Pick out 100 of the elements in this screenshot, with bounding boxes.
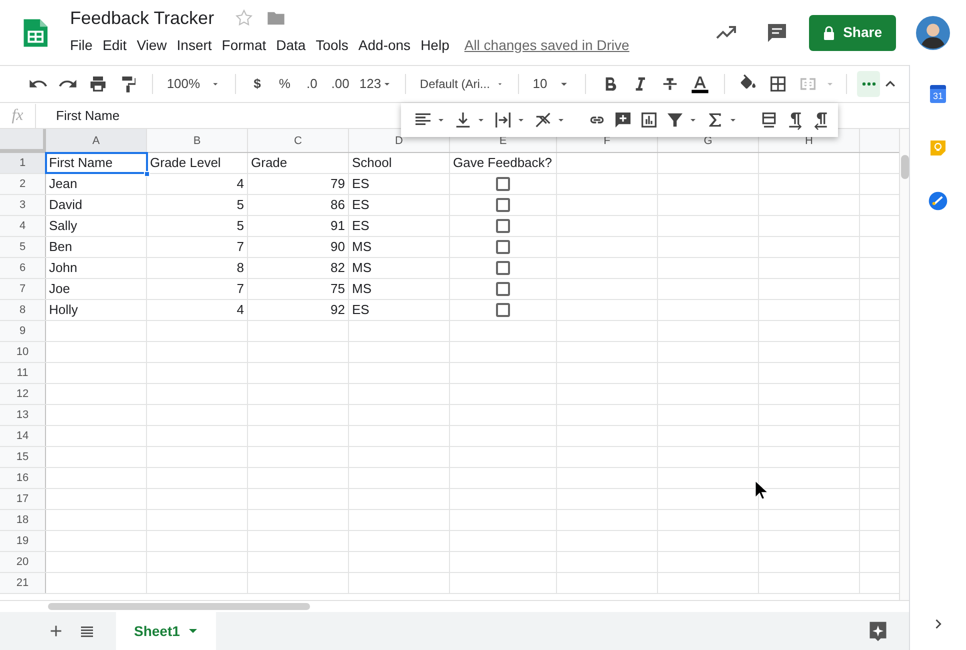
menu-item[interactable]: Add-ons — [353, 34, 416, 56]
table-cell-text: Holly — [48, 301, 79, 320]
row-header[interactable]: 20 — [0, 552, 46, 572]
menu-item[interactable]: Tools — [310, 34, 354, 56]
row-header[interactable]: 15 — [0, 447, 46, 467]
column-header[interactable]: C — [248, 129, 349, 152]
task-check-icon[interactable] — [928, 191, 948, 211]
table-cell-text: David — [48, 196, 84, 214]
checkbox[interactable] — [496, 261, 510, 275]
table-cell-text: School — [351, 154, 393, 172]
more-button[interactable] — [857, 71, 880, 97]
lock-icon — [823, 26, 836, 40]
zoom-dropdown[interactable]: 100% — [162, 74, 225, 94]
table-cell-text: 7 — [236, 280, 245, 298]
row-header[interactable]: 7 — [0, 279, 46, 299]
row-header[interactable]: 4 — [0, 216, 46, 236]
explore-icon[interactable] — [867, 620, 889, 642]
row-header[interactable]: 3 — [0, 195, 46, 215]
table-cell-text: 90 — [330, 238, 346, 256]
table-cell-text: 7 — [236, 238, 245, 256]
menu-item[interactable]: Format — [216, 34, 272, 56]
table-cell-text: Sally — [48, 217, 78, 236]
font-dropdown[interactable]: Default (Ari... — [416, 75, 508, 93]
menu-item[interactable]: Edit — [98, 34, 132, 56]
table-cell-text: Ben — [48, 238, 74, 256]
table-cell-text: 4 — [236, 301, 245, 320]
checkbox[interactable] — [496, 282, 510, 296]
row-header[interactable]: 18 — [0, 510, 46, 530]
table-cell-text: 5 — [236, 217, 245, 236]
table-cell-text: Joe — [48, 280, 71, 298]
save-status-link[interactable]: All changes saved in Drive — [464, 34, 630, 56]
table-cell-text: ES — [351, 175, 370, 194]
fill-handle[interactable] — [144, 171, 150, 177]
checkbox[interactable] — [496, 219, 510, 233]
menu-item[interactable]: View — [132, 34, 172, 56]
table-cell-text: ES — [351, 217, 370, 236]
add-comment-icon[interactable] — [613, 110, 633, 130]
checkbox[interactable] — [496, 303, 510, 317]
table-cell-text: First Name — [48, 154, 114, 172]
row-header[interactable]: 14 — [0, 426, 46, 446]
row-header[interactable]: 5 — [0, 237, 46, 257]
column-header[interactable]: B — [147, 129, 248, 152]
star-icon[interactable] — [234, 8, 254, 28]
text-rotation-icon[interactable] — [533, 110, 553, 130]
row-header[interactable]: 12 — [0, 384, 46, 404]
row-header[interactable]: 6 — [0, 258, 46, 278]
number-format-dropdown[interactable]: 123 — [357, 74, 396, 94]
row-header[interactable]: 16 — [0, 468, 46, 488]
borders-icon[interactable] — [768, 74, 788, 94]
table-cell-text: MS — [351, 238, 372, 256]
table-cell-text: Jean — [48, 175, 78, 194]
avatar-icon[interactable] — [916, 16, 950, 50]
row-header[interactable]: 21 — [0, 573, 46, 593]
table-cell-text: 86 — [330, 196, 346, 214]
table-cell-text: 4 — [236, 175, 245, 194]
percent-button[interactable]: % — [274, 74, 294, 94]
table-cell-text: MS — [351, 259, 372, 278]
row-header[interactable]: 11 — [0, 363, 46, 383]
menu-item[interactable]: File — [70, 34, 98, 56]
decimal-increase-button[interactable]: .00 — [327, 74, 354, 94]
row-header[interactable]: 8 — [0, 300, 46, 320]
row-header[interactable]: 17 — [0, 489, 46, 509]
document-title[interactable]: Feedback Tracker — [70, 4, 214, 32]
table-cell-text: John — [48, 259, 78, 278]
sheet-tab[interactable]: Sheet1 — [116, 612, 216, 650]
decimal-decrease-button[interactable]: .0 — [302, 74, 322, 94]
horizontal-scrollbar-thumb[interactable] — [48, 603, 310, 610]
checkbox[interactable] — [496, 177, 510, 191]
table-cell-text: Grade Level — [149, 154, 222, 172]
table-cell-text: Gave Feedback? — [452, 154, 554, 172]
row-header[interactable]: 19 — [0, 531, 46, 551]
formula-input-field[interactable]: First Name — [56, 106, 120, 126]
menu-item[interactable]: Help — [416, 34, 454, 56]
row-header[interactable]: 10 — [0, 342, 46, 362]
table-cell-text: ES — [351, 301, 370, 320]
vertical-scrollbar-thumb[interactable] — [901, 155, 909, 179]
currency-button[interactable]: $ — [250, 74, 265, 94]
checkbox[interactable] — [496, 198, 510, 212]
menu-item[interactable]: Data — [271, 34, 311, 56]
print-icon[interactable] — [88, 74, 108, 94]
formula-fx-label: fx — [0, 104, 36, 128]
text-wrap-icon[interactable] — [493, 110, 513, 130]
table-cell-text: 75 — [330, 280, 346, 298]
menu-item[interactable]: Insert — [172, 34, 217, 56]
row-header[interactable]: 1 — [0, 153, 46, 173]
row-header[interactable]: 2 — [0, 174, 46, 194]
column-header[interactable]: A — [46, 129, 147, 152]
text-color-icon[interactable] — [690, 74, 710, 94]
table-cell-text: 82 — [330, 259, 346, 278]
table-cell-text: 92 — [330, 301, 346, 320]
table-cell-text: 8 — [236, 259, 245, 278]
table-cell-text: 5 — [236, 196, 245, 214]
caret-icon — [188, 626, 198, 636]
row-header[interactable]: 13 — [0, 405, 46, 425]
insert-chart-icon[interactable] — [639, 110, 659, 130]
calendar-icon[interactable]: 31 — [930, 85, 946, 103]
checkbox[interactable] — [496, 240, 510, 254]
font-size-dropdown[interactable]: 10 — [528, 74, 575, 94]
row-header[interactable]: 9 — [0, 321, 46, 341]
share-button[interactable]: Share — [809, 14, 896, 50]
